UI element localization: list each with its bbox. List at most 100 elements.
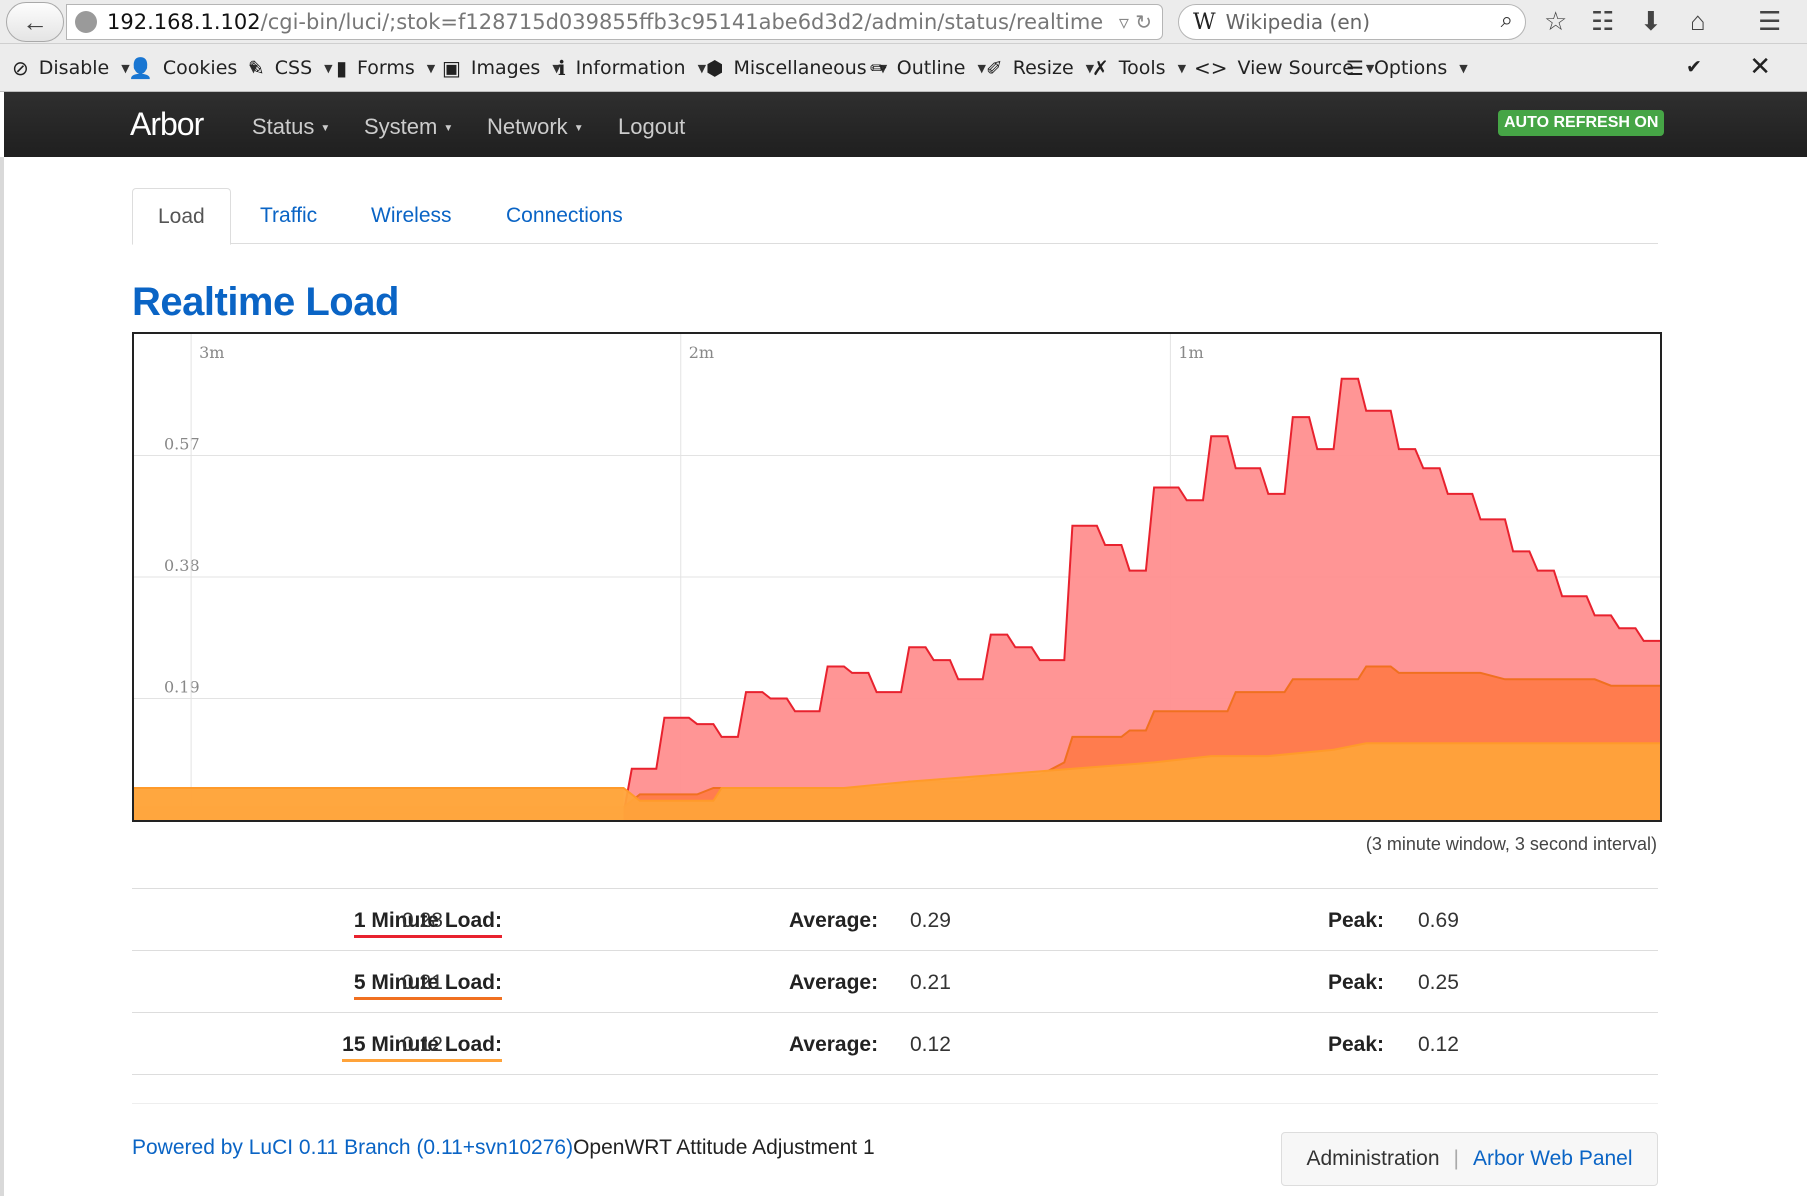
toolbar-label: CSS: [274, 57, 313, 79]
y-tick-label: 0.38: [164, 556, 200, 575]
tab-wireless[interactable]: Wireless: [346, 188, 477, 245]
stat-average-label: Average:: [789, 909, 879, 932]
nav-logout[interactable]: Logout: [618, 114, 685, 140]
chevron-down-icon: ▼: [573, 122, 584, 134]
stat-peak-label: Peak:: [1328, 971, 1385, 994]
menu-icon[interactable]: ☰: [1758, 6, 1781, 37]
toolbar-outline[interactable]: ✏ Outline ▼: [870, 56, 986, 80]
home-icon[interactable]: ⌂: [1690, 6, 1706, 37]
wikipedia-icon[interactable]: W: [1193, 10, 1216, 35]
web-developer-toolbar: ⊘ Disable ▼ 👤 Cookies ▼ ✎ CSS ▼ ▮ Forms ▼ ▣ Images ▼ ℹ I…: [0, 44, 1807, 92]
download-icon[interactable]: ⬇: [1640, 6, 1662, 37]
back-arrow-icon: ←: [22, 6, 48, 37]
checkmark-icon[interactable]: ✔: [1686, 56, 1702, 78]
toolbar-label: Disable: [38, 57, 110, 79]
y-tick-label: 0.57: [164, 435, 200, 454]
auto-refresh-badge[interactable]: AUTO REFRESH ON: [1498, 110, 1665, 136]
cookies-icon: 👤: [128, 56, 153, 80]
toolbar-label: Resize: [1012, 57, 1074, 79]
stat-average: 0.12: [910, 1033, 951, 1056]
close-icon[interactable]: ✕: [1749, 52, 1771, 82]
realtime-load-chart: 0.57 0.38 0.19 3m 2m 1m: [132, 332, 1662, 822]
stat-peak: 0.12: [1418, 1033, 1459, 1056]
tab-connections[interactable]: Connections: [481, 188, 648, 245]
footer-panel-switch: Administration | Arbor Web Panel: [1281, 1132, 1658, 1186]
tab-traffic[interactable]: Traffic: [235, 188, 342, 245]
search-placeholder: Wikipedia (en): [1225, 10, 1371, 34]
chevron-down-icon: ▼: [320, 122, 331, 134]
tools-icon: ✗: [1092, 56, 1109, 80]
divider: |: [1453, 1147, 1459, 1170]
load-stats-table: 1 Minute Load: 0.28 Average: 0.29 Peak: …: [132, 888, 1658, 1075]
table-divider: [132, 1074, 1658, 1075]
footer-credits: Powered by LuCI 0.11 Branch (0.11+svn102…: [132, 1136, 875, 1160]
search-input[interactable]: W Wikipedia (en) ⌕: [1178, 4, 1526, 40]
chevron-down-icon: ▼: [977, 61, 986, 75]
images-icon: ▣: [442, 56, 461, 80]
stat-value: 0.21: [402, 971, 443, 994]
chevron-down-icon: ▼: [324, 61, 333, 75]
table-row: 5 Minute Load: 0.21 Average: 0.21 Peak: …: [132, 950, 1658, 1012]
css-icon: ✎: [248, 56, 265, 80]
url-path: /cgi-bin/luci/;stok=f128715d039855ffb3c9…: [260, 10, 1104, 34]
toolbar-forms[interactable]: ▮ Forms ▼: [336, 56, 435, 80]
toolbar-tools[interactable]: ✗ Tools ▼: [1092, 56, 1186, 80]
toolbar-resize[interactable]: ✐ Resize ▼: [986, 56, 1094, 80]
toolbar-label: Forms: [357, 57, 415, 79]
miscellaneous-icon: ⬢: [706, 56, 724, 80]
chevron-down-icon: ▼: [443, 122, 454, 134]
page-title: Realtime Load: [132, 280, 399, 324]
arbor-web-panel-link[interactable]: Arbor Web Panel: [1473, 1147, 1633, 1171]
toolbar-css[interactable]: ✎ CSS ▼: [248, 56, 333, 80]
url-bar[interactable]: 192.168.1.102/cgi-bin/luci/;stok=f128715…: [66, 4, 1163, 40]
nav-status[interactable]: Status ▼: [252, 114, 330, 140]
toolbar-cookies[interactable]: 👤 Cookies ▼: [128, 56, 258, 80]
brand-logo[interactable]: Arbor: [130, 106, 204, 143]
toolbar-label: Information: [575, 57, 686, 79]
reload-icon[interactable]: ▿ ↻: [1119, 10, 1152, 34]
stat-average: 0.21: [910, 971, 951, 994]
stat-peak: 0.69: [1418, 909, 1459, 932]
luci-link[interactable]: Powered by LuCI 0.11 Branch (0.11+svn102…: [132, 1136, 573, 1159]
toolbar-label: Cookies: [162, 57, 238, 79]
nav-system[interactable]: System ▼: [364, 114, 453, 140]
toolbar-information[interactable]: ℹ Information ▼: [558, 56, 706, 80]
outline-icon: ✏: [870, 56, 887, 80]
toolbar-label: Options: [1373, 57, 1448, 79]
url-host: 192.168.1.102: [107, 10, 261, 34]
search-icon[interactable]: ⌕: [1501, 8, 1513, 33]
tab-load[interactable]: Load: [132, 188, 231, 245]
options-icon: ☰: [1346, 56, 1364, 80]
chevron-down-icon: ▼: [1459, 61, 1468, 75]
nav-network[interactable]: Network ▼: [487, 114, 584, 140]
toolbar-label: View Source: [1237, 57, 1354, 79]
toolbar-options[interactable]: ☰ Options ▼: [1346, 56, 1468, 80]
stat-peak-label: Peak:: [1328, 1033, 1385, 1056]
x-tick-label: 2m: [689, 343, 714, 362]
bookmark-star-icon[interactable]: ☆: [1544, 6, 1567, 37]
x-tick-label: 3m: [199, 343, 224, 362]
back-button[interactable]: ←: [6, 2, 64, 42]
forms-icon: ▮: [336, 56, 348, 80]
table-row: 15 Minute Load: 0.12 Average: 0.12 Peak:…: [132, 1012, 1658, 1074]
bookmarks-list-icon[interactable]: ☷: [1591, 6, 1614, 37]
stat-average: 0.29: [910, 909, 951, 932]
nav-system-label: System: [364, 114, 438, 139]
chevron-down-icon: ▼: [1177, 61, 1187, 75]
y-tick-label: 0.19: [164, 678, 200, 697]
browser-url-row: ← 192.168.1.102/cgi-bin/luci/;stok=f1287…: [0, 0, 1807, 44]
table-row: 1 Minute Load: 0.28 Average: 0.29 Peak: …: [132, 888, 1658, 950]
toolbar-images[interactable]: ▣ Images ▼: [442, 56, 561, 80]
toolbar-miscellaneous[interactable]: ⬢ Miscellaneous ▼: [706, 56, 887, 80]
nav-network-label: Network: [487, 114, 568, 139]
x-tick-label: 1m: [1178, 343, 1203, 362]
toolbar-disable[interactable]: ⊘ Disable ▼: [12, 56, 130, 80]
chevron-down-icon: ▼: [426, 61, 436, 75]
stat-average-label: Average:: [789, 1033, 879, 1056]
chart-canvas: 0.57 0.38 0.19 3m 2m 1m: [134, 334, 1660, 820]
page-edge: [0, 157, 4, 1196]
distro-text: OpenWRT Attitude Adjustment 1: [573, 1136, 875, 1159]
stat-value: 0.28: [402, 909, 443, 932]
information-icon: ℹ: [558, 56, 566, 80]
administration-link[interactable]: Administration: [1306, 1147, 1439, 1171]
